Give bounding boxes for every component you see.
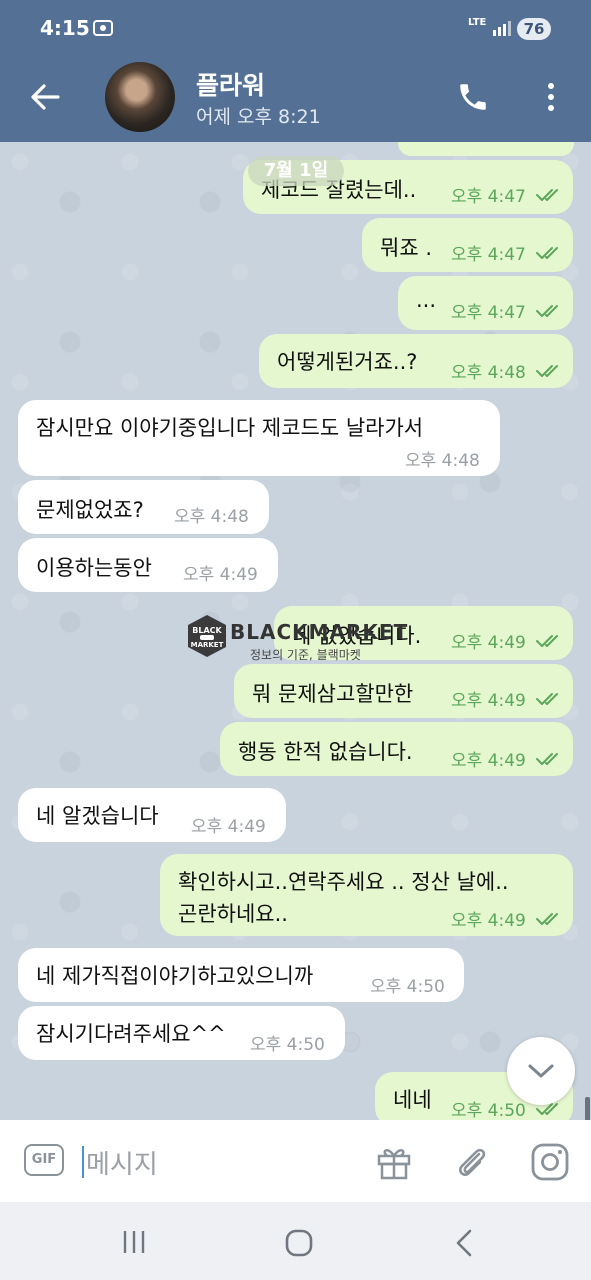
scrollbar[interactable] xyxy=(585,1097,590,1120)
camera-icon[interactable] xyxy=(530,1142,570,1186)
double-check-icon xyxy=(535,908,563,932)
message-bubble-incoming[interactable]: 잠시만요 이야기중입니다 제코드도 날라가서 오후 4:48 xyxy=(18,400,500,476)
message-time: 오후 4:47 xyxy=(451,245,526,265)
chat-header: 플라워 어제 오후 8:21 xyxy=(0,60,591,142)
message-text: 뭐죠 . xyxy=(380,236,432,260)
message-text-line2: 곤란하네요.. xyxy=(178,902,288,926)
home-icon[interactable] xyxy=(284,1228,314,1262)
message-bubble-outgoing[interactable] xyxy=(398,142,574,156)
message-text: 이용하는동안 xyxy=(36,556,152,580)
network-label: LTE xyxy=(468,17,487,28)
message-time: 오후 4:48 xyxy=(174,507,249,527)
message-time: 오후 4:47 xyxy=(451,303,526,323)
svg-text:BLACK: BLACK xyxy=(192,626,222,635)
message-time: 오후 4:50 xyxy=(451,1101,526,1120)
message-text: ... xyxy=(416,288,437,312)
message-bubble-outgoing[interactable]: 어떻게된거죠..? 오후 4:48 xyxy=(259,334,573,388)
double-check-icon xyxy=(535,360,563,384)
system-navigation-bar xyxy=(0,1202,591,1280)
message-list[interactable]: 제코드 잘렸는데.. 오후 4:47 7월 1일 뭐죠 . 오후 4:47 ..… xyxy=(0,142,591,1120)
status-time: 4:15 xyxy=(40,16,90,40)
message-time: 오후 4:49 xyxy=(451,911,526,931)
message-bubble-outgoing[interactable]: 행동 한적 없습니다. 오후 4:49 xyxy=(220,722,573,776)
message-time: 오후 4:49 xyxy=(191,817,266,837)
message-text: 네 제가직접이야기하고있으니까 xyxy=(36,964,314,988)
double-check-icon xyxy=(535,748,563,772)
double-check-icon xyxy=(535,688,563,712)
message-bubble-outgoing[interactable]: 뭐 문제삼고할만한 오후 4:49 xyxy=(234,664,573,718)
phone-icon[interactable] xyxy=(456,80,490,118)
chevron-down-icon xyxy=(528,1064,554,1078)
message-text: 어떻게된거죠..? xyxy=(277,350,418,374)
paperclip-icon[interactable] xyxy=(452,1142,492,1186)
recent-apps-icon[interactable] xyxy=(120,1228,148,1260)
message-bubble-incoming[interactable]: 문제없었죠? 오후 4:48 xyxy=(18,480,269,534)
contact-name[interactable]: 플라워 xyxy=(196,66,265,102)
last-seen: 어제 오후 8:21 xyxy=(196,106,321,128)
double-check-icon xyxy=(535,242,563,266)
message-time: 오후 4:47 xyxy=(451,187,526,207)
double-check-icon xyxy=(535,184,563,208)
message-text: 네네 xyxy=(393,1088,432,1112)
message-time: 오후 4:50 xyxy=(370,977,445,997)
message-time: 오후 4:49 xyxy=(183,565,258,585)
watermark-title: BLACKMARKET xyxy=(230,620,409,644)
date-label: 7월 1일 xyxy=(248,156,344,186)
message-time: 오후 4:49 xyxy=(451,633,526,653)
message-bubble-outgoing[interactable]: 뭐죠 . 오후 4:47 xyxy=(362,218,573,272)
message-text: 잠시기다려주세요^^ xyxy=(36,1022,226,1046)
svg-text:MARKET: MARKET xyxy=(191,641,224,649)
message-time: 오후 4:49 xyxy=(451,751,526,771)
arrow-left-icon[interactable] xyxy=(28,82,62,116)
message-bubble-incoming[interactable]: 네 제가직접이야기하고있으니까 오후 4:50 xyxy=(18,948,464,1002)
message-bubble-incoming[interactable]: 이용하는동안 오후 4:49 xyxy=(18,538,278,592)
double-check-icon xyxy=(535,300,563,324)
message-input[interactable]: 메시지 xyxy=(86,1144,158,1181)
screenshot-icon xyxy=(92,18,114,42)
watermark-subtitle: 정보의 기준, 블랙마켓 xyxy=(250,648,361,662)
message-bubble-outgoing[interactable]: 확인하시고..연락주세요 .. 정산 날에.. 곤란하네요.. 오후 4:49 xyxy=(160,854,573,936)
message-time: 오후 4:49 xyxy=(451,691,526,711)
battery-level: 76 xyxy=(517,18,551,40)
message-text: 확인하시고..연락주세요 .. 정산 날에.. xyxy=(178,870,509,894)
status-bar: 4:15 LTE 76 xyxy=(0,0,591,60)
message-text: 문제없었죠? xyxy=(36,498,144,522)
message-text: 뭐 문제삼고할만한 xyxy=(252,682,414,706)
back-nav-icon[interactable] xyxy=(452,1228,476,1262)
message-time: 오후 4:48 xyxy=(405,451,480,471)
message-text: 행동 한적 없습니다. xyxy=(238,740,413,764)
message-time: 오후 4:50 xyxy=(250,1035,325,1055)
text-caret xyxy=(82,1146,84,1178)
message-bubble-incoming[interactable]: 잠시기다려주세요^^ 오후 4:50 xyxy=(18,1006,345,1060)
gif-button[interactable]: GIF xyxy=(24,1144,64,1176)
message-bubble-incoming[interactable]: 네 알겠습니다 오후 4:49 xyxy=(18,788,286,842)
double-check-icon xyxy=(535,630,563,654)
more-vertical-icon[interactable] xyxy=(540,80,562,118)
message-bubble-outgoing[interactable]: ... 오후 4:47 xyxy=(398,276,573,330)
signal-icon xyxy=(492,20,512,40)
message-composer: GIF 메시지 xyxy=(0,1120,591,1202)
scroll-down-button[interactable] xyxy=(507,1037,575,1105)
blackmarket-logo-icon: BLACK MARKET xyxy=(186,614,228,662)
gift-icon[interactable] xyxy=(374,1142,414,1186)
avatar[interactable] xyxy=(105,62,175,132)
message-text: 잠시만요 이야기중입니다 제코드도 날라가서 xyxy=(36,416,424,440)
message-time: 오후 4:48 xyxy=(451,363,526,383)
message-text: 네 알겠습니다 xyxy=(36,804,159,828)
